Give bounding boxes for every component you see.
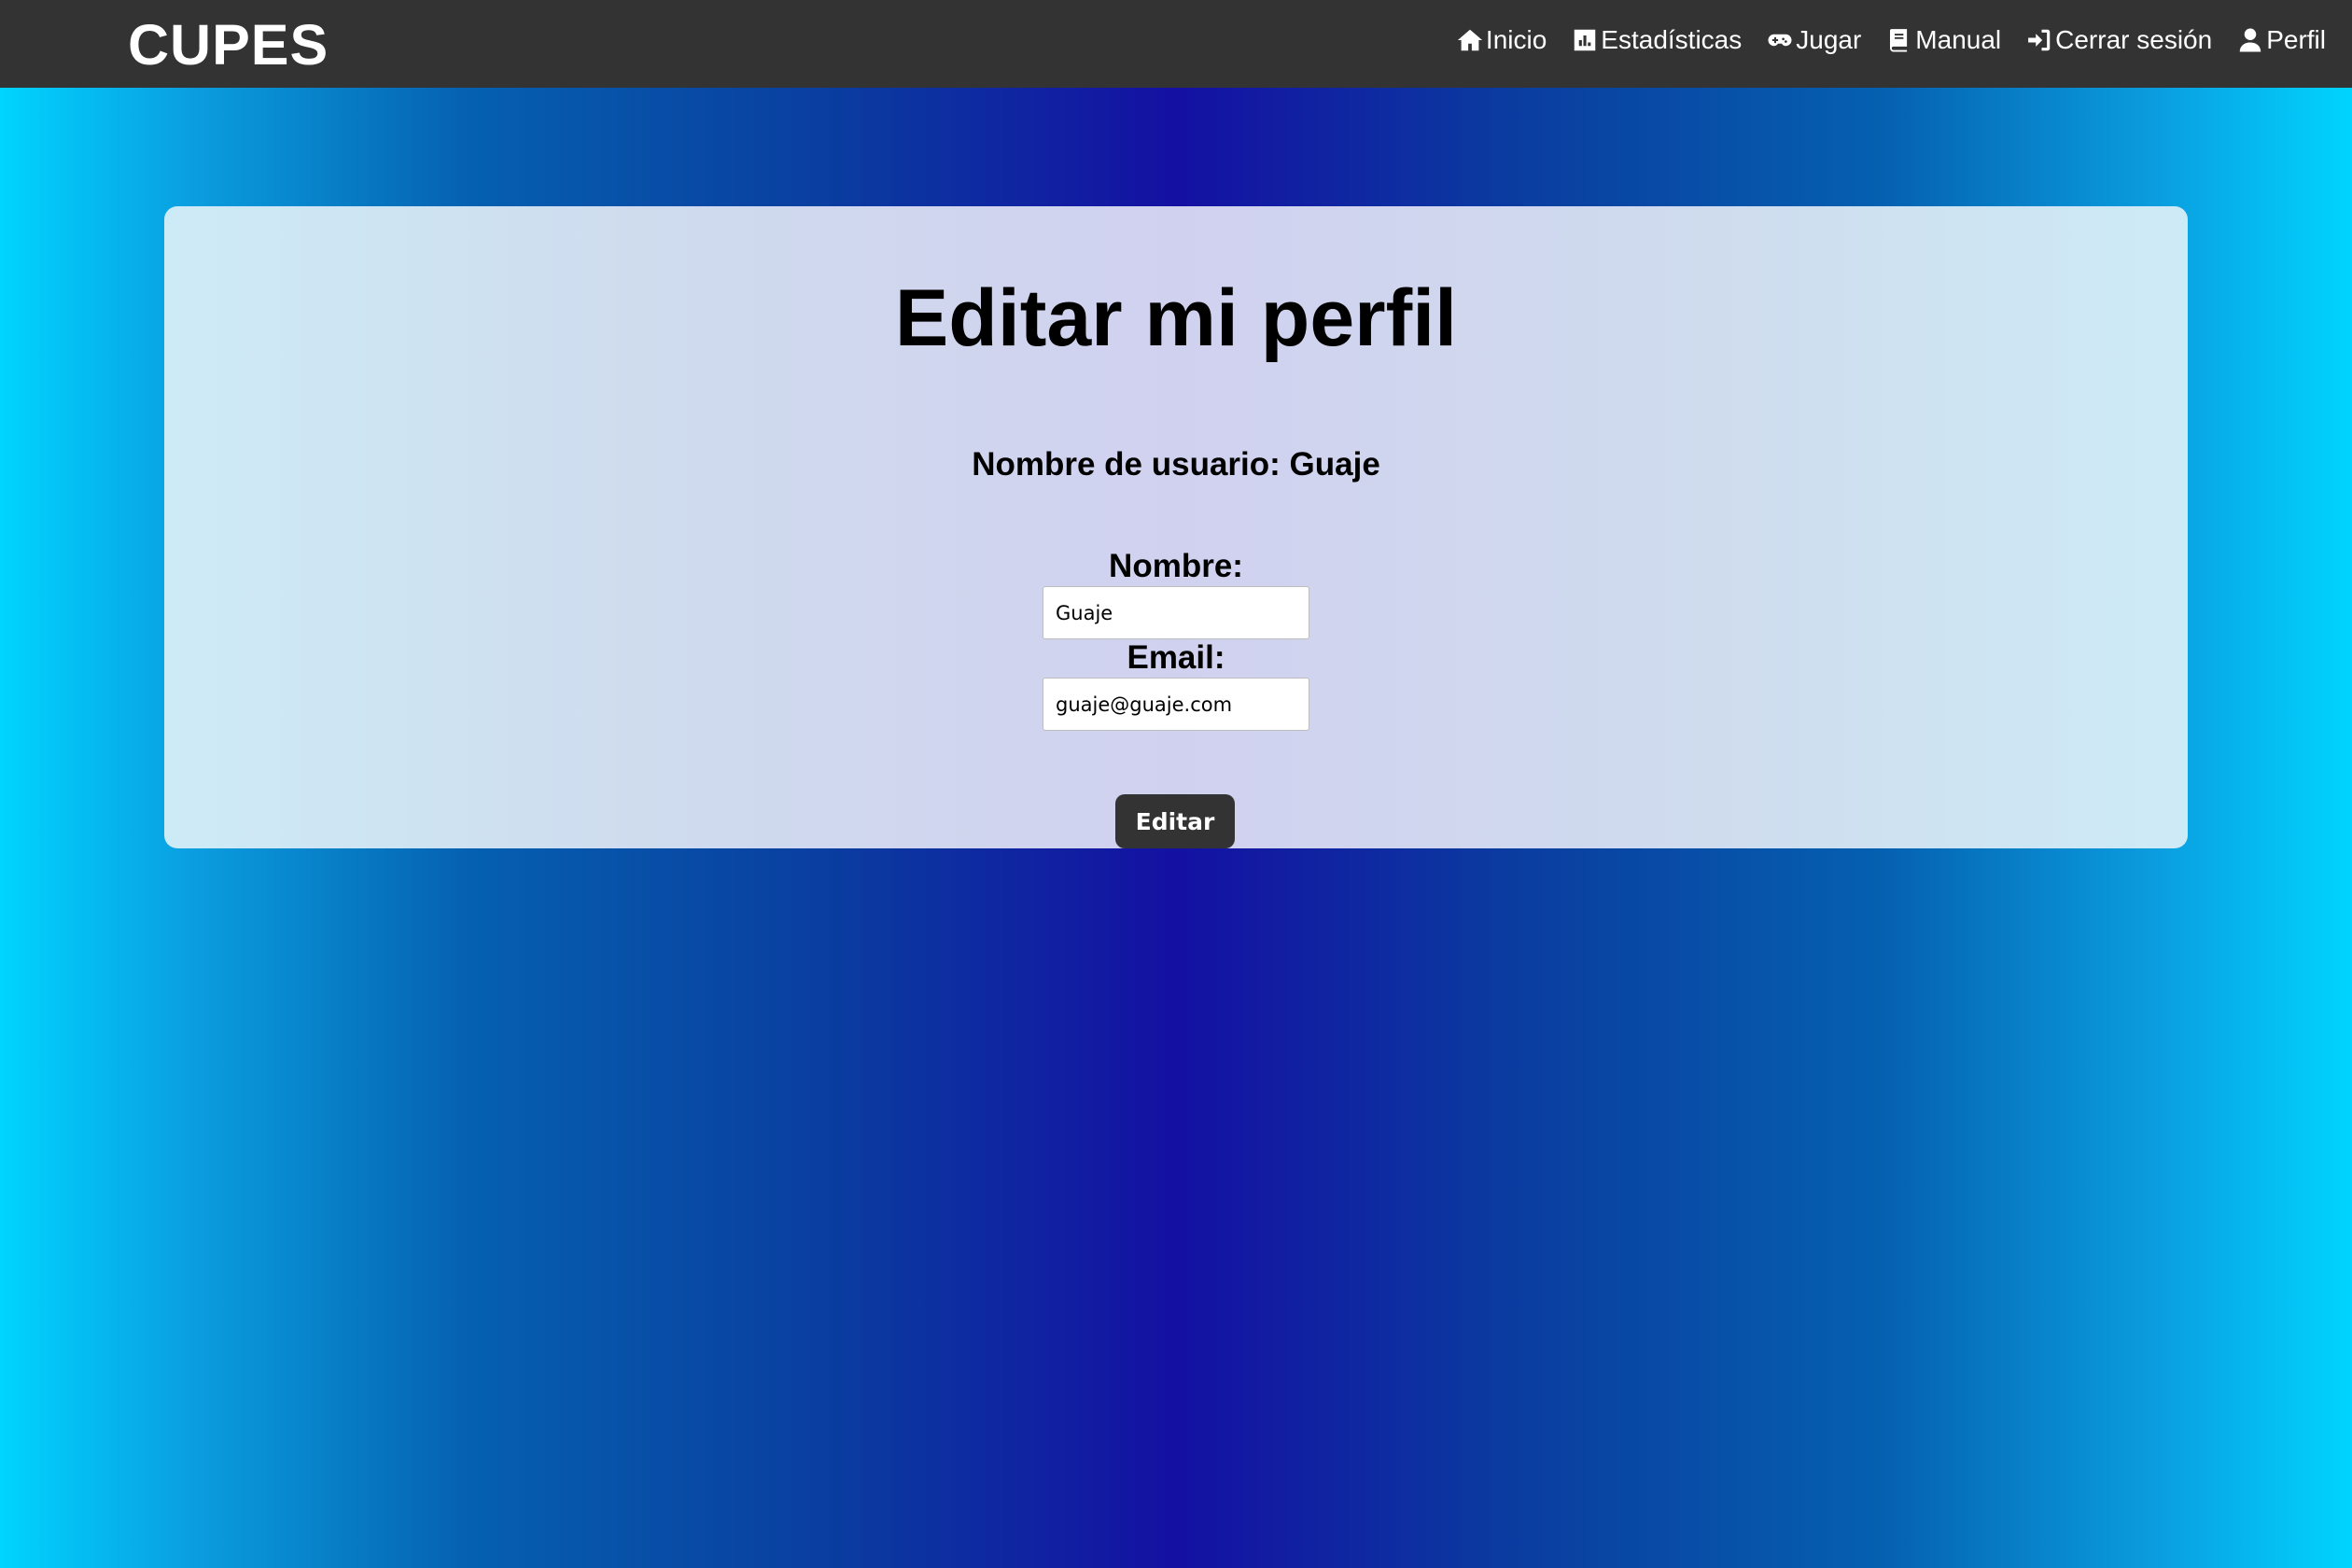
email-label: Email: [1127, 639, 1225, 676]
nav-item-manual[interactable]: Manual [1885, 25, 2001, 55]
top-navbar: CUPES Inicio Estadísticas Jugar Manual C… [0, 0, 2352, 88]
nav-item-jugar[interactable]: Jugar [1766, 25, 1861, 55]
sign-in-icon [2028, 29, 2051, 51]
nav-item-cerrar-sesion[interactable]: Cerrar sesión [2025, 25, 2212, 55]
nav-menu: Inicio Estadísticas Jugar Manual Cerrar … [1456, 0, 2326, 80]
book-icon [1890, 29, 1908, 52]
nav-item-label: Manual [1915, 25, 2002, 54]
email-input[interactable] [1043, 678, 1309, 731]
home-icon [1457, 29, 1483, 51]
nav-item-label: Estadísticas [1601, 25, 1743, 54]
nav-item-label: Inicio [1485, 25, 1547, 54]
nav-item-label: Cerrar sesión [2055, 25, 2213, 54]
nav-item-estadisticas[interactable]: Estadísticas [1571, 25, 1742, 55]
brand-logo[interactable]: CUPES [128, 12, 329, 77]
gamepad-icon [1768, 34, 1792, 47]
edit-button[interactable]: Editar [1115, 794, 1235, 848]
nav-item-label: Jugar [1796, 25, 1862, 54]
nav-item-inicio[interactable]: Inicio [1456, 25, 1547, 55]
nombre-input[interactable] [1043, 586, 1309, 639]
username-display: Nombre de usuario: Guaje [972, 446, 1380, 483]
nav-item-label: Perfil [2266, 25, 2326, 54]
user-icon [2239, 28, 2261, 52]
nav-item-perfil[interactable]: Perfil [2236, 25, 2326, 55]
nombre-label: Nombre: [1109, 548, 1243, 584]
chart-icon [1575, 29, 1596, 51]
edit-profile-card: Editar mi perfil Nombre de usuario: Guaj… [164, 206, 2188, 848]
page-title: Editar mi perfil [894, 273, 1458, 363]
